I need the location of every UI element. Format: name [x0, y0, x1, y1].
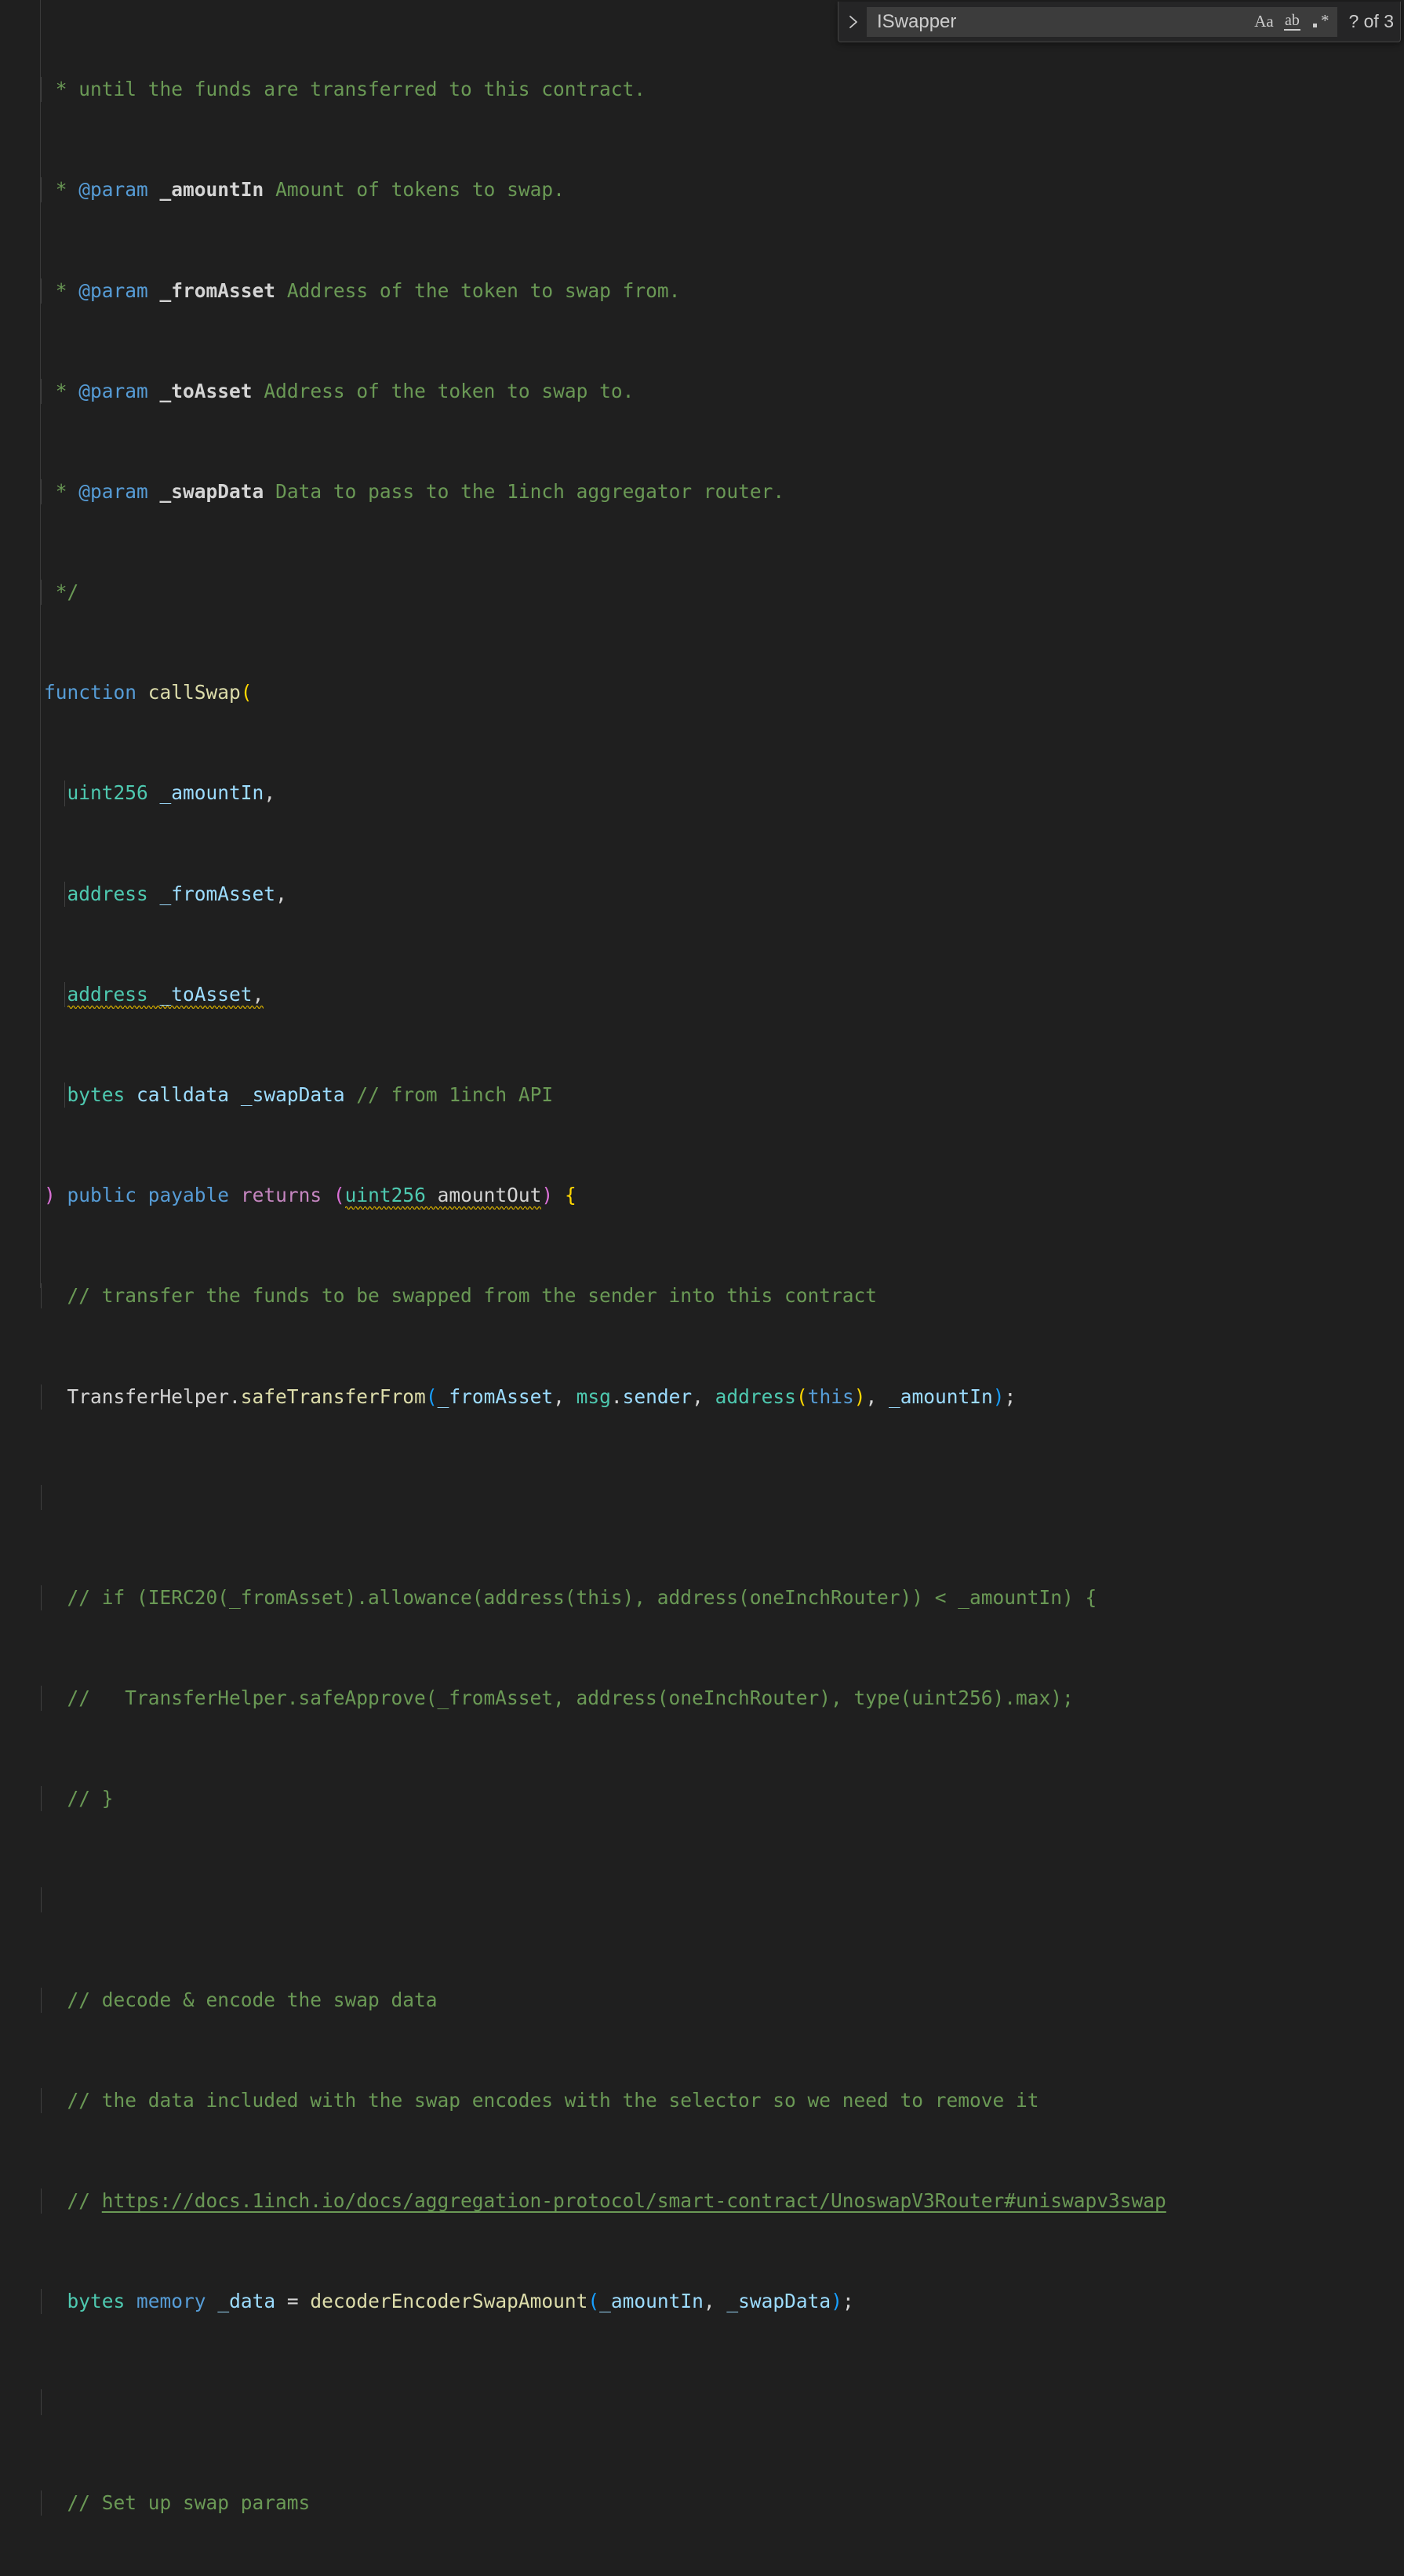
code-line: uint256 _amountIn, — [44, 780, 1404, 806]
toggle-replace-icon[interactable] — [842, 5, 865, 38]
code-token-comment: * until the funds are transferred to thi… — [44, 78, 646, 100]
code-line: // if (IERC20(_fromAsset).allowance(addr… — [44, 1585, 1404, 1610]
code-line: bytes memory _data = decoderEncoderSwapA… — [44, 2289, 1404, 2314]
code-line: // transfer the funds to be swapped from… — [44, 1283, 1404, 1308]
comment-url-link[interactable]: https://docs.1inch.io/docs/aggregation-p… — [102, 2189, 1166, 2212]
find-widget[interactable]: Aa ab * ? of 3 — [838, 2, 1401, 42]
code-line: */ — [44, 580, 1404, 605]
code-line: // TransferHelper.safeApprove(_fromAsset… — [44, 1686, 1404, 1711]
code-line: TransferHelper.safeTransferFrom(_fromAss… — [44, 1384, 1404, 1410]
code-line: // } — [44, 1786, 1404, 1811]
code-line: function callSwap( — [44, 680, 1404, 705]
match-whole-word-glyph: ab — [1284, 13, 1300, 31]
code-line — [44, 2389, 1404, 2414]
use-regex-icon[interactable]: * — [1307, 9, 1333, 35]
code-line: address _fromAsset, — [44, 882, 1404, 907]
code-line: * @param _toAsset Address of the token t… — [44, 379, 1404, 404]
code-line: * @param _swapData Data to pass to the 1… — [44, 479, 1404, 504]
code-line: address _toAsset, — [44, 982, 1404, 1007]
use-regex-glyph: * — [1312, 14, 1328, 30]
code-line — [44, 1887, 1404, 1912]
code-line: // decode & encode the swap data — [44, 1988, 1404, 2013]
code-line — [44, 1485, 1404, 1510]
find-input-box[interactable]: Aa ab * — [867, 7, 1337, 37]
code-line: * @param _fromAsset Address of the token… — [44, 278, 1404, 304]
code-line: // the data included with the swap encod… — [44, 2088, 1404, 2113]
code-line: // Set up swap params — [44, 2490, 1404, 2516]
match-case-icon[interactable]: Aa — [1250, 9, 1277, 35]
match-count-label: ? of 3 — [1348, 11, 1394, 32]
code-content[interactable]: * until the funds are transferred to thi… — [44, 0, 1404, 1288]
code-line: bytes calldata _swapData // from 1inch A… — [44, 1082, 1404, 1108]
code-line: ) public payable returns (uint256 amount… — [44, 1183, 1404, 1208]
match-case-glyph: Aa — [1254, 13, 1274, 30]
editor-gutter — [0, 0, 36, 1288]
code-line: * until the funds are transferred to thi… — [44, 77, 1404, 102]
match-whole-word-icon[interactable]: ab — [1279, 9, 1305, 35]
code-line: * @param _amountIn Amount of tokens to s… — [44, 177, 1404, 202]
code-line: // https://docs.1inch.io/docs/aggregatio… — [44, 2189, 1404, 2214]
code-editor[interactable]: * until the funds are transferred to thi… — [0, 0, 1404, 1288]
find-input[interactable] — [877, 11, 1249, 33]
